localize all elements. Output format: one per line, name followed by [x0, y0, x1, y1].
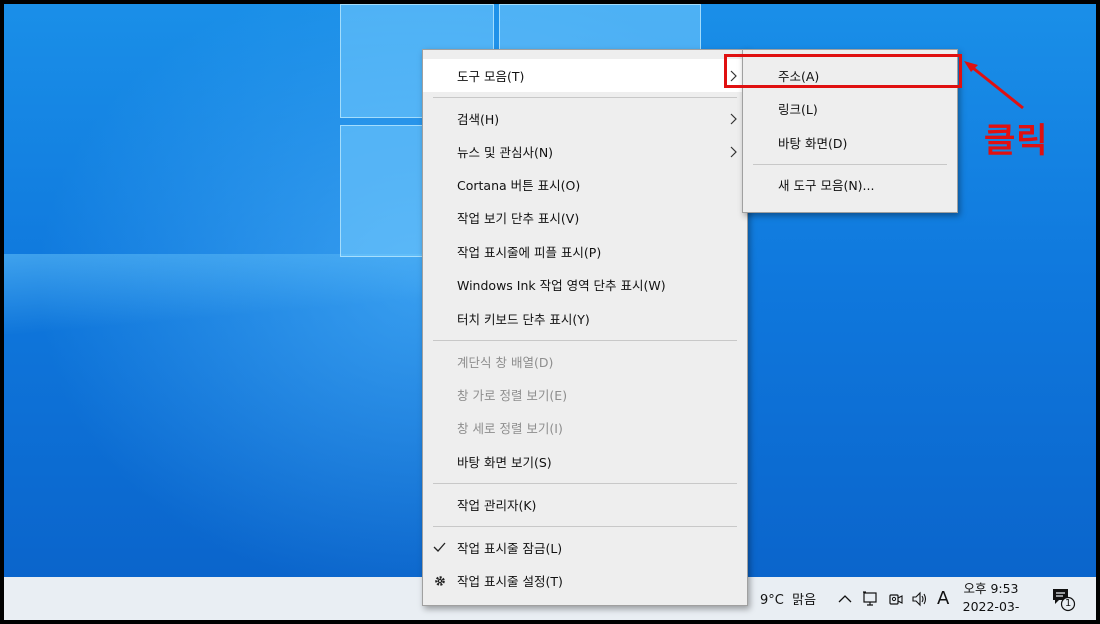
- submenu-item-label: 바탕 화면(D): [778, 136, 848, 151]
- desktop-light-beam: [4, 254, 424, 334]
- show-hidden-icons-chevron-icon[interactable]: [838, 577, 852, 620]
- menu-item-windows-ink-button[interactable]: Windows Ink 작업 영역 단추 표시(W): [423, 268, 747, 301]
- menu-item-label: Cortana 버튼 표시(O): [457, 178, 581, 193]
- network-icon[interactable]: [862, 577, 880, 620]
- menu-divider: [433, 526, 737, 527]
- input-indicator[interactable]: A: [937, 577, 949, 620]
- menu-item-label: 바탕 화면 보기(S): [457, 455, 552, 470]
- menu-divider: [433, 97, 737, 98]
- menu-item-label: 작업 표시줄 잠금(L): [457, 541, 563, 556]
- clock-date: 2022-03-03: [962, 599, 1020, 620]
- menu-divider: [433, 340, 737, 341]
- menu-item-lock-taskbar[interactable]: 작업 표시줄 잠금(L): [423, 531, 747, 564]
- submenu-item-links[interactable]: 링크(L): [743, 92, 957, 125]
- menu-item-label: 도구 모음(T): [457, 69, 525, 84]
- menu-item-show-desktop[interactable]: 바탕 화면 보기(S): [423, 445, 747, 478]
- clock-time: 오후 9:53: [963, 581, 1019, 596]
- menu-item-task-view-button[interactable]: 작업 보기 단추 표시(V): [423, 201, 747, 234]
- menu-item-cascade-windows: 계단식 창 배열(D): [423, 345, 747, 378]
- gear-icon: [433, 574, 447, 591]
- input-indicator-label: A: [937, 588, 950, 609]
- weather-text: 9°C 맑음: [760, 593, 817, 608]
- meet-now-icon[interactable]: [888, 577, 904, 620]
- clock[interactable]: 오후 9:53 2022-03-03: [956, 580, 1026, 620]
- chevron-right-icon: [730, 113, 737, 128]
- menu-item-toolbars[interactable]: 도구 모음(T): [423, 59, 747, 92]
- menu-item-cortana-button[interactable]: Cortana 버튼 표시(O): [423, 168, 747, 201]
- menu-item-stack-windows: 창 가로 정렬 보기(E): [423, 378, 747, 411]
- menu-item-task-manager[interactable]: 작업 관리자(K): [423, 488, 747, 521]
- menu-item-label: 작업 표시줄에 피플 표시(P): [457, 245, 602, 260]
- action-center-icon[interactable]: 1: [1050, 577, 1076, 620]
- submenu-item-desktop[interactable]: 바탕 화면(D): [743, 126, 957, 159]
- menu-item-label: Windows Ink 작업 영역 단추 표시(W): [457, 278, 666, 293]
- menu-item-taskbar-settings[interactable]: 작업 표시줄 설정(T): [423, 564, 747, 597]
- menu-item-label: 터치 키보드 단추 표시(Y): [457, 312, 590, 327]
- menu-divider: [433, 483, 737, 484]
- menu-item-label: 창 세로 정렬 보기(I): [457, 421, 563, 436]
- menu-item-search[interactable]: 검색(H): [423, 102, 747, 135]
- submenu-item-label: 새 도구 모음(N)...: [778, 178, 875, 193]
- checkmark-icon: [433, 541, 446, 556]
- menu-item-label: 작업 보기 단추 표시(V): [457, 211, 580, 226]
- menu-item-label: 뉴스 및 관심사(N): [457, 145, 554, 160]
- menu-divider: [753, 164, 947, 165]
- menu-item-label: 작업 표시줄 설정(T): [457, 574, 563, 589]
- menu-item-label: 검색(H): [457, 112, 500, 127]
- weather-widget[interactable]: 9°C 맑음: [760, 577, 816, 620]
- chevron-right-icon: [730, 146, 737, 161]
- submenu-item-label: 링크(L): [778, 102, 818, 117]
- menu-item-touch-keyboard-button[interactable]: 터치 키보드 단추 표시(Y): [423, 302, 747, 335]
- taskbar-context-menu: 도구 모음(T) 검색(H) 뉴스 및 관심사(N) Cortana 버튼 표시…: [422, 49, 748, 606]
- annotation-label: 클릭: [984, 121, 1049, 161]
- menu-item-label: 계단식 창 배열(D): [457, 355, 554, 370]
- menu-item-label: 작업 관리자(K): [457, 498, 537, 513]
- volume-icon[interactable]: [911, 577, 929, 620]
- menu-item-label: 창 가로 정렬 보기(E): [457, 388, 568, 403]
- menu-item-side-by-side-windows: 창 세로 정렬 보기(I): [423, 411, 747, 444]
- menu-item-news-and-interests[interactable]: 뉴스 및 관심사(N): [423, 135, 747, 168]
- notification-count-badge: 1: [1065, 598, 1072, 609]
- menu-item-people-button[interactable]: 작업 표시줄에 피플 표시(P): [423, 235, 747, 268]
- annotation-arrow-icon: [964, 61, 1024, 110]
- submenu-item-new-toolbar[interactable]: 새 도구 모음(N)...: [743, 168, 957, 201]
- highlight-box: [724, 54, 962, 88]
